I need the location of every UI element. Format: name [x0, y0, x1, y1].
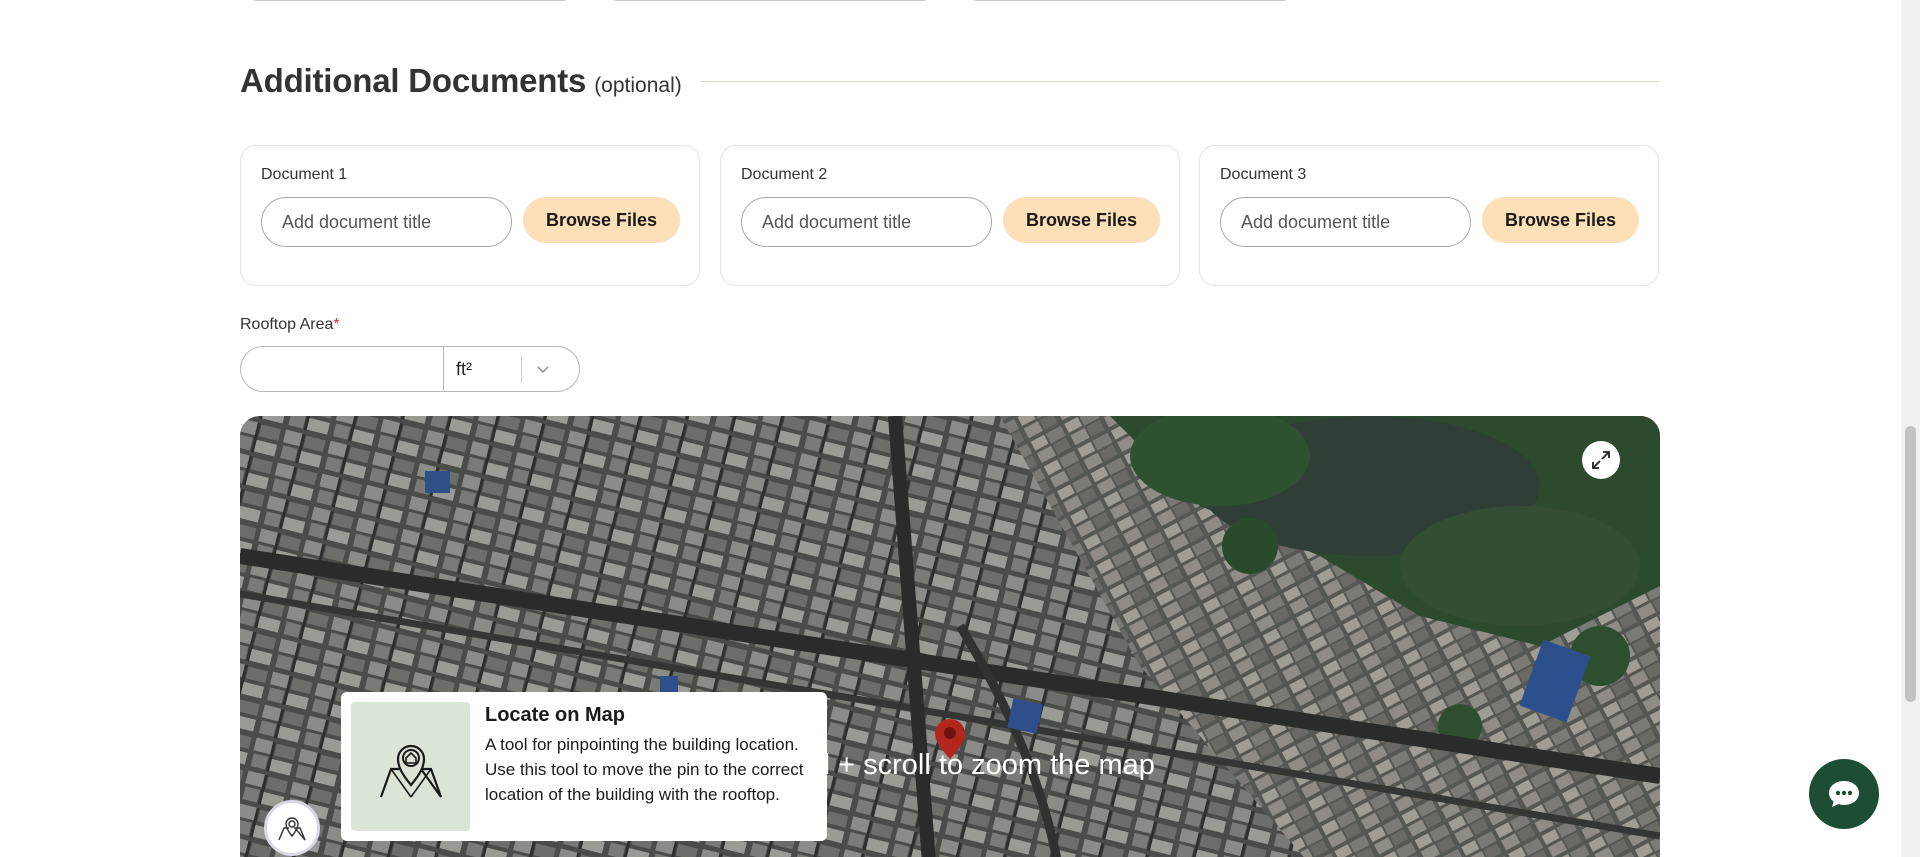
locate-on-map-tooltip: Locate on Map A tool for pinpointing the… [341, 692, 827, 841]
zoom-hint: rl + scroll to zoom the map [814, 749, 1155, 781]
previous-field-2 [605, 0, 935, 1]
document-title-input[interactable] [741, 197, 992, 247]
tooltip-illustration [351, 702, 470, 831]
map-location-icon [379, 744, 442, 798]
chat-icon [1829, 781, 1859, 807]
unit-value: ft² [456, 358, 472, 379]
document-label: Document 3 [1220, 166, 1307, 183]
locate-map-icon [278, 817, 306, 841]
browse-files-button[interactable]: Browse Files [523, 197, 680, 243]
document-label: Document 1 [261, 166, 348, 183]
fullscreen-button[interactable] [1582, 441, 1620, 479]
page-scrollbar[interactable] [1901, 0, 1920, 857]
locate-on-map-button[interactable] [264, 800, 320, 856]
section-optional-note: (optional) [594, 74, 682, 97]
required-mark: * [333, 316, 340, 333]
scrollbar-thumb[interactable] [1905, 426, 1916, 702]
document-label: Document 2 [741, 166, 828, 183]
section-title: Additional Documents (optional) [240, 62, 682, 100]
unit-divider [521, 356, 522, 382]
previous-field-3 [965, 0, 1295, 1]
document-title-input[interactable] [1220, 197, 1471, 247]
chevron-down-icon [537, 366, 549, 374]
browse-files-button[interactable]: Browse Files [1003, 197, 1160, 243]
previous-field-1 [245, 0, 575, 1]
document-card-1: Document 1 Browse Files [240, 145, 700, 286]
unit-select[interactable]: ft² [444, 347, 579, 391]
rooftop-area-label-text: Rooftop Area [240, 316, 334, 333]
expand-icon [1592, 451, 1610, 469]
browse-files-button[interactable]: Browse Files [1482, 197, 1639, 243]
tooltip-title: Locate on Map [485, 704, 626, 726]
section-title-text: Additional Documents [240, 62, 587, 99]
document-card-3: Document 3 Browse Files [1199, 145, 1659, 286]
tooltip-body: A tool for pinpointing the building loca… [485, 735, 804, 804]
chat-button[interactable] [1809, 759, 1879, 829]
document-title-input[interactable] [261, 197, 512, 247]
rooftop-area-input[interactable] [241, 347, 443, 391]
section-divider [701, 81, 1659, 82]
map-pin-icon[interactable] [934, 718, 966, 760]
document-card-2: Document 2 Browse Files [720, 145, 1180, 286]
rooftop-area-field: ft² [240, 346, 580, 392]
rooftop-area-label: Rooftop Area* [240, 316, 340, 334]
